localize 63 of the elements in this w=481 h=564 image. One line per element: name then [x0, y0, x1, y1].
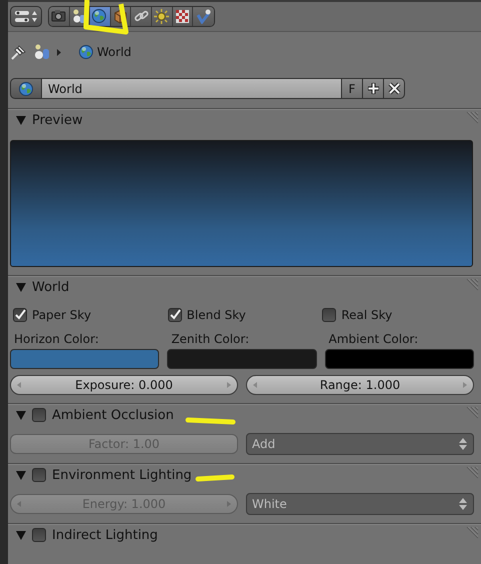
dropdown[interactable]: Add	[246, 433, 474, 455]
editor-type-icon	[14, 9, 38, 24]
color-swatch[interactable]	[167, 349, 317, 369]
drag-handle-icon[interactable]	[464, 112, 478, 126]
panel-title[interactable]: Indirect Lighting	[52, 528, 158, 542]
disclosure-arrow-icon[interactable]	[16, 116, 26, 124]
checkbox[interactable]	[32, 468, 46, 482]
color-swatch[interactable]	[10, 349, 160, 369]
checkbox[interactable]	[13, 308, 27, 322]
globe-icon	[19, 82, 33, 96]
properties-tab[interactable]	[90, 7, 111, 26]
checkbox[interactable]	[32, 528, 46, 542]
color-label: Zenith Color:	[170, 332, 250, 346]
plus-icon	[366, 82, 380, 95]
scene-objects-icon	[72, 9, 87, 24]
drag-handle-icon[interactable]	[464, 407, 478, 421]
color-label: Horizon Color:	[13, 332, 100, 346]
properties-tab[interactable]	[152, 7, 173, 26]
globe-icon	[79, 45, 93, 59]
updown-arrows-icon	[459, 438, 467, 450]
camera-icon	[51, 9, 66, 24]
checkbox-label: Paper Sky	[32, 308, 92, 322]
number-field[interactable]: Exposure: 0.000	[10, 375, 238, 395]
color-swatch[interactable]	[324, 349, 474, 369]
highlight-marker-stroke	[186, 418, 236, 424]
world-name-field[interactable]: World	[42, 78, 342, 99]
world-browse-button[interactable]	[10, 78, 42, 99]
pin-icon[interactable]	[10, 43, 28, 61]
panel-title[interactable]: Ambient Occlusion	[52, 408, 174, 422]
dropdown[interactable]: White	[246, 493, 474, 515]
checkbox[interactable]	[168, 308, 182, 322]
checkbox[interactable]	[32, 408, 46, 422]
highlight-marker-stroke	[84, 0, 128, 34]
panel-title[interactable]: World	[32, 280, 70, 294]
checkbox-label: Real Sky	[341, 308, 392, 322]
chain-link-icon	[134, 9, 149, 24]
sun-icon	[154, 9, 170, 24]
drag-handle-icon[interactable]	[464, 467, 478, 481]
drag-handle-icon[interactable]	[464, 279, 478, 293]
globe-icon	[92, 9, 108, 24]
chevron-icon	[57, 48, 62, 56]
editor-type-button[interactable]	[10, 6, 42, 27]
close-icon	[388, 82, 400, 95]
checkerboard-icon	[174, 9, 190, 24]
properties-tab[interactable]	[131, 7, 152, 26]
fake-user-button[interactable]: F	[342, 78, 363, 99]
properties-tab[interactable]	[193, 7, 214, 26]
highlight-marker-stroke	[196, 474, 234, 482]
properties-tab[interactable]	[49, 7, 70, 26]
disclosure-arrow-icon[interactable]	[16, 282, 26, 292]
scene-objects-icon	[34, 44, 51, 60]
panel-title[interactable]: Environment Lighting	[52, 468, 192, 482]
number-field[interactable]: Range: 1.000	[246, 375, 474, 395]
updown-arrows-icon	[459, 498, 467, 510]
checkbox[interactable]	[322, 308, 336, 322]
panel-title[interactable]: Preview	[32, 112, 83, 128]
add-button[interactable]	[363, 78, 384, 99]
unlink-button[interactable]	[384, 78, 405, 99]
breadcrumb-label: World	[97, 45, 132, 59]
color-label: Ambient Color:	[328, 332, 420, 346]
drag-handle-icon[interactable]	[464, 527, 478, 541]
checkbox-label: Blend Sky	[186, 308, 246, 322]
properties-tab[interactable]	[172, 7, 194, 26]
